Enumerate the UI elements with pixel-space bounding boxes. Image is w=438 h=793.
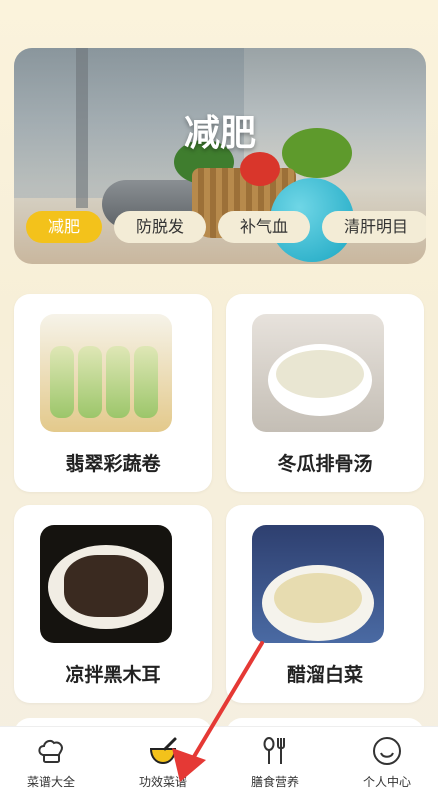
- recipe-image: [252, 314, 384, 432]
- banner-title: 减肥: [183, 113, 256, 154]
- spoon-fork-icon: [263, 737, 285, 764]
- tab-label: 菜谱大全: [26, 775, 75, 789]
- recipe-card[interactable]: 凉拌黑木耳: [14, 505, 212, 703]
- category-chips: 减肥 防脱发 补气血 清肝明目: [26, 211, 426, 243]
- tab-label: 膳食营养: [250, 775, 299, 789]
- recipe-image: [40, 314, 172, 432]
- recipe-name: 冬瓜排骨汤: [277, 453, 373, 475]
- mortar-bowl-icon: [149, 737, 177, 765]
- recipe-name: 醋溜白菜: [286, 664, 363, 686]
- tab-recipes[interactable]: 菜谱大全: [0, 727, 106, 793]
- tab-efficacy[interactable]: 功效菜谱: [108, 727, 218, 793]
- tab-profile[interactable]: 个人中心: [332, 727, 438, 793]
- bottom-tab-bar: 菜谱大全 功效菜谱 膳食营养 个人中心: [0, 726, 438, 793]
- recipe-card[interactable]: 翡翠彩蔬卷: [14, 294, 212, 492]
- recipe-name: 翡翠彩蔬卷: [65, 453, 161, 475]
- recipe-image: [252, 525, 384, 643]
- smiley-face-icon: [373, 737, 401, 765]
- recipe-card[interactable]: 冬瓜排骨汤: [226, 294, 424, 492]
- tab-label: 功效菜谱: [138, 775, 187, 789]
- tab-label: 个人中心: [362, 775, 411, 789]
- chip-buqixue[interactable]: 补气血: [218, 211, 311, 243]
- tab-nutrition[interactable]: 膳食营养: [220, 727, 330, 793]
- pepper-illustration: [240, 152, 280, 186]
- chef-hat-icon: [38, 739, 63, 763]
- recipe-image: [40, 525, 172, 643]
- chip-qinggan[interactable]: 清肝明目: [322, 211, 426, 243]
- recipe-card[interactable]: 醋溜白菜: [226, 505, 424, 703]
- chip-jianfei[interactable]: 减肥: [26, 211, 103, 243]
- recipe-name: 凉拌黑木耳: [65, 664, 161, 686]
- chip-fangtuofa[interactable]: 防脱发: [114, 211, 207, 243]
